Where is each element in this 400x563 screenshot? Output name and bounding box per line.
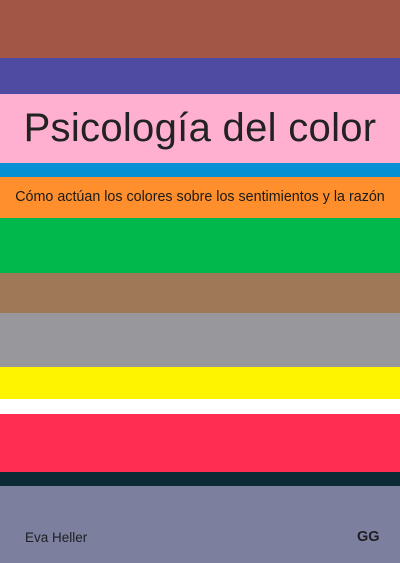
book-title: Psicología del color xyxy=(23,106,377,150)
band-green xyxy=(0,218,400,273)
band-red xyxy=(0,414,400,472)
band-purple xyxy=(0,58,400,94)
band-brown xyxy=(0,0,400,58)
band-blue xyxy=(0,163,400,177)
publisher-logo: GG xyxy=(357,529,380,545)
band-yellow xyxy=(0,367,400,399)
book-subtitle: Cómo actúan los colores sobre los sentim… xyxy=(15,189,385,205)
band-gray xyxy=(0,313,400,367)
band-tan xyxy=(0,273,400,313)
band-dark xyxy=(0,472,400,486)
author-name: Eva Heller xyxy=(25,530,88,545)
band-white xyxy=(0,399,400,414)
band-slate xyxy=(0,486,400,563)
